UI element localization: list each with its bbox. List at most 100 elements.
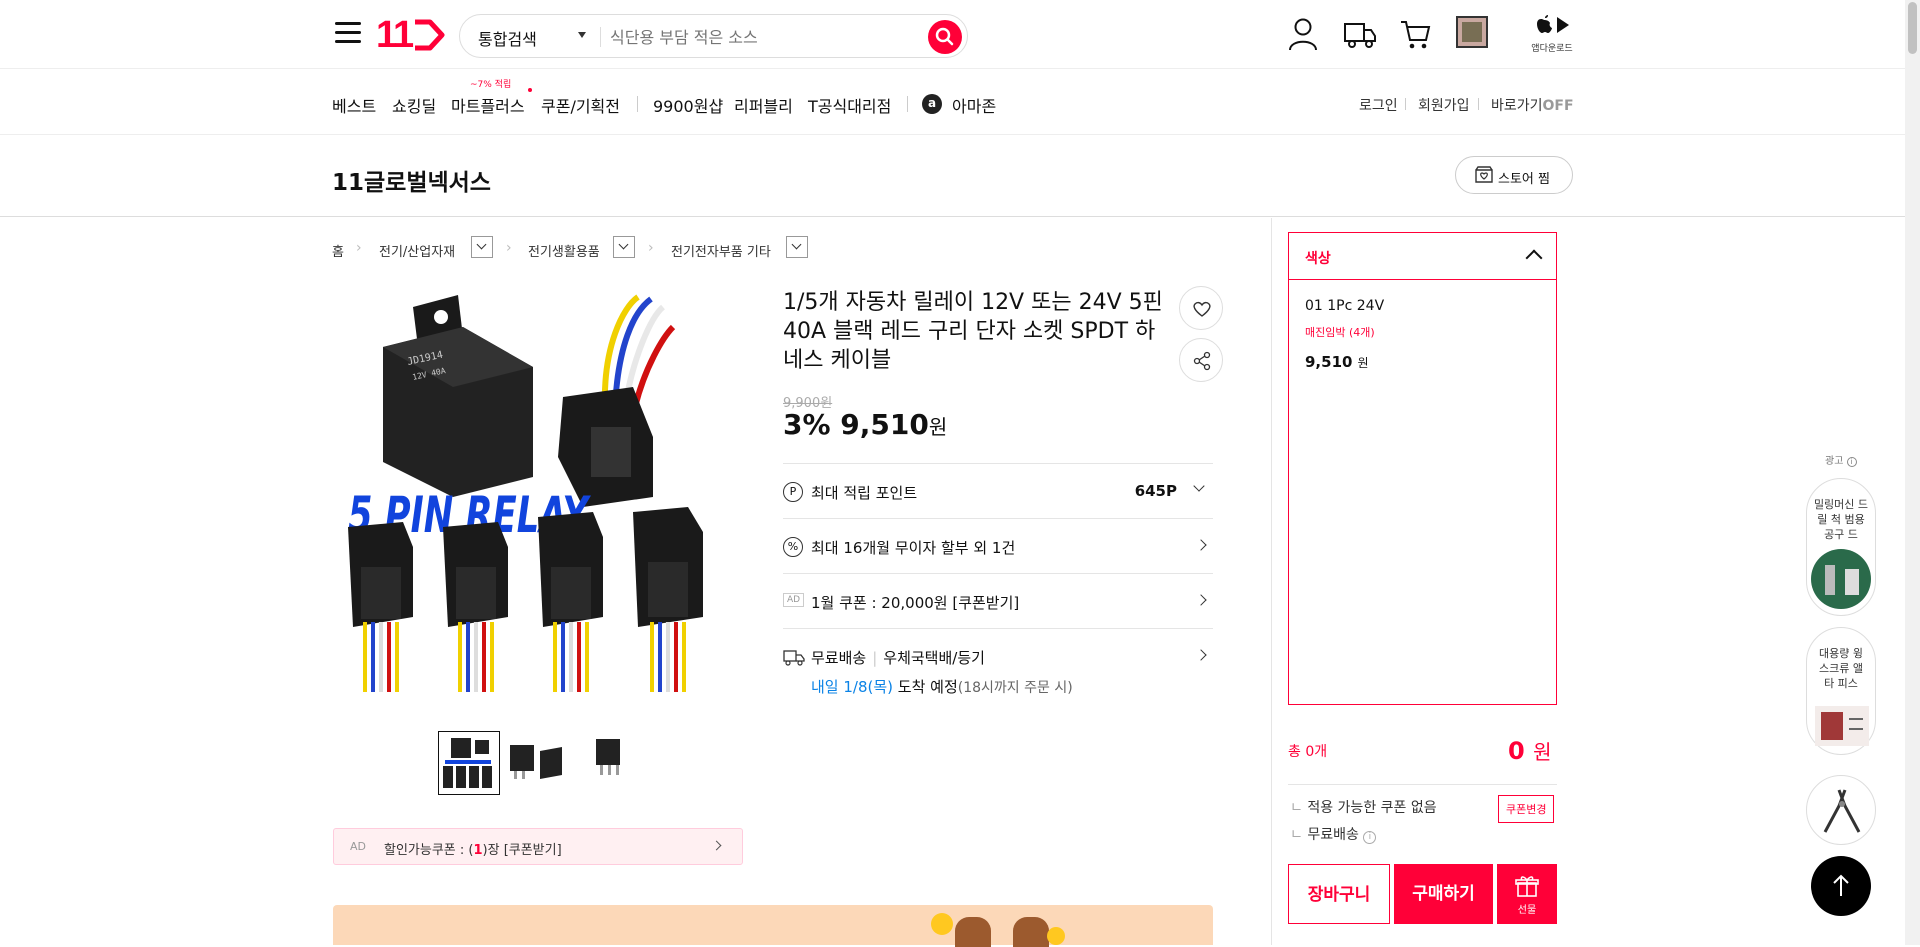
- thumbnail-1[interactable]: [438, 731, 500, 795]
- percent-icon: %: [783, 537, 803, 557]
- divider: [1271, 218, 1272, 945]
- buy-button[interactable]: 구매하기: [1394, 864, 1493, 924]
- scrollbar-thumb[interactable]: [1908, 2, 1917, 54]
- breadcrumb-arrow-icon: ›: [356, 240, 362, 256]
- global-header: 11 통합검색 앱다운로드: [0, 0, 1920, 69]
- nav-t-official[interactable]: T공식대리점: [808, 93, 891, 117]
- breadcrumb-home[interactable]: 홈: [332, 241, 344, 260]
- share-button[interactable]: [1179, 338, 1223, 382]
- coupon-bar[interactable]: AD 할인가능쿠폰 : (1)장 [쿠폰받기]: [333, 828, 743, 865]
- cart-button[interactable]: 장바구니: [1288, 864, 1390, 924]
- search-category[interactable]: 통합검색: [478, 26, 537, 50]
- search-input[interactable]: [610, 23, 910, 51]
- shortcut-label: 바로가기: [1491, 98, 1543, 114]
- nav-shocking-deal[interactable]: 쇼킹딜: [392, 93, 436, 117]
- total-price-value: 0: [1508, 737, 1525, 765]
- menu-icon[interactable]: [335, 22, 361, 46]
- chevron-down-icon: [1193, 480, 1205, 492]
- relay-image: JD1914 12V 40A 5 PIN RELAY: [348, 294, 703, 692]
- tree-icon: ㄴ: [1290, 827, 1303, 843]
- ad-label: 광고 i: [1825, 452, 1857, 467]
- points-row[interactable]: P 최대 적립 포인트 645P: [783, 463, 1213, 518]
- chevron-down-icon[interactable]: [578, 32, 586, 38]
- divider: |: [872, 649, 878, 667]
- chevron-right-icon: [1195, 539, 1207, 551]
- discount-rate: 3%: [783, 408, 831, 441]
- thumbnail-3[interactable]: [578, 731, 640, 795]
- app-store-icon: [1537, 15, 1569, 33]
- divider: [1478, 98, 1479, 110]
- shortcut-state: OFF: [1542, 98, 1574, 114]
- cart-icon[interactable]: [1399, 16, 1431, 52]
- app-download[interactable]: 앱다운로드: [1528, 14, 1576, 54]
- gift-button[interactable]: 선물: [1497, 864, 1557, 924]
- coupon-none: ㄴ 적용 가능한 쿠폰 없음: [1290, 797, 1437, 817]
- amazon-icon: a: [922, 94, 942, 114]
- nav-9900[interactable]: 9900원샵: [653, 93, 723, 117]
- sidebar-ad-card-3[interactable]: [1806, 775, 1876, 845]
- wishlist-button[interactable]: [1179, 286, 1223, 330]
- search-button[interactable]: [928, 20, 962, 54]
- breadcrumb-cat3[interactable]: 전기전자부품 기타: [671, 241, 771, 260]
- search-bar: 통합검색: [459, 14, 968, 58]
- option-item-stock: 매진임박 (4개): [1305, 326, 1375, 339]
- breadcrumb-arrow-icon: ›: [648, 240, 654, 256]
- ad-tag: AD: [350, 840, 366, 853]
- nav-refurbly[interactable]: 리퍼블리: [734, 93, 793, 117]
- breadcrumb-cat2-dropdown[interactable]: [613, 236, 635, 258]
- nav-amazon[interactable]: 아마존: [952, 93, 996, 117]
- store-name[interactable]: 11글로벌넥서스: [332, 163, 491, 197]
- signup-link[interactable]: 회원가입: [1418, 95, 1470, 115]
- breadcrumb-cat2[interactable]: 전기생활용품: [528, 241, 600, 260]
- store-fav-button[interactable]: 스토어 찜: [1455, 156, 1573, 194]
- product-main-image[interactable]: JD1914 12V 40A 5 PIN RELAY: [333, 287, 743, 701]
- thumbnail-image: [596, 739, 620, 775]
- user-icon[interactable]: [1288, 16, 1318, 52]
- breadcrumb-arrow-icon: ›: [506, 240, 512, 256]
- delivery-truck-icon[interactable]: [1343, 16, 1377, 52]
- gift-icon: [1515, 876, 1539, 897]
- nav-best[interactable]: 베스트: [332, 93, 376, 117]
- truck-icon: [783, 650, 805, 666]
- coupon-row[interactable]: AD 1월 쿠폰 : 20,000원 [쿠폰받기]: [783, 573, 1213, 628]
- total-price: 0 원: [1508, 736, 1551, 765]
- nav-mart-plus[interactable]: 마트플러스: [451, 93, 525, 117]
- shortcut-toggle[interactable]: 바로가기OFF: [1491, 95, 1574, 115]
- new-dot: [528, 88, 532, 92]
- coupon-change-button[interactable]: 쿠폰변경: [1498, 795, 1555, 823]
- thumbnail-2[interactable]: [506, 731, 568, 795]
- points-value: 645P: [1134, 482, 1177, 500]
- login-link[interactable]: 로그인: [1359, 95, 1398, 115]
- arrival-info: 내일 1/8(목) 도착 예정(18시까지 주문 시): [811, 676, 1073, 697]
- store-fav-label: 스토어 찜: [1498, 172, 1550, 187]
- logo[interactable]: 11: [376, 14, 446, 57]
- chevron-right-icon: [711, 840, 722, 851]
- installment-row[interactable]: % 최대 16개월 무이자 할부 외 1건: [783, 518, 1213, 573]
- shipping-row[interactable]: 무료배송 | 우체국택배/등기 내일 1/8(목) 도착 예정(18시까지 주문 시…: [783, 628, 1213, 708]
- breadcrumb-cat3-dropdown[interactable]: [786, 236, 808, 258]
- info-icon[interactable]: i: [1846, 457, 1857, 467]
- arrow-up-icon: [1833, 874, 1849, 896]
- scroll-top-button[interactable]: [1811, 856, 1871, 916]
- breadcrumb-cat1[interactable]: 전기/산업자재: [379, 241, 455, 260]
- promo-banner[interactable]: [333, 905, 1213, 947]
- point-icon: P: [783, 482, 803, 502]
- product-title: 1/5개 자동차 릴레이 12V 또는 24V 5핀 40A 블랙 레드 구리 …: [783, 290, 1163, 373]
- scrollbar[interactable]: [1905, 0, 1920, 945]
- option-header[interactable]: 색상: [1289, 233, 1556, 280]
- option-item[interactable]: 01 1Pc 24V 매진임박 (4개) 9,510 원: [1289, 280, 1556, 389]
- recent-items-icon[interactable]: [1456, 16, 1488, 48]
- mascot-icon: [1013, 917, 1049, 947]
- option-price-unit: 원: [1357, 356, 1369, 370]
- sidebar-ad-card-2[interactable]: 대용량 윙 스크류 앨 타 피스: [1806, 627, 1876, 755]
- divider: [1288, 784, 1557, 785]
- option-item-price: 9,510 원: [1305, 352, 1540, 371]
- mart-badge: ~7% 적립: [470, 80, 512, 90]
- breadcrumb-cat1-dropdown[interactable]: [471, 236, 493, 258]
- sidebar-ad-card-1[interactable]: 밀링머신 드릴 척 범용 공구 드: [1806, 478, 1876, 616]
- nav-coupon[interactable]: 쿠폰/기획전: [541, 93, 620, 117]
- chevron-up-icon: [1525, 249, 1543, 267]
- info-icon[interactable]: i: [1363, 831, 1377, 844]
- shipping-method: 우체국택배/등기: [883, 649, 985, 667]
- divider: [600, 27, 601, 47]
